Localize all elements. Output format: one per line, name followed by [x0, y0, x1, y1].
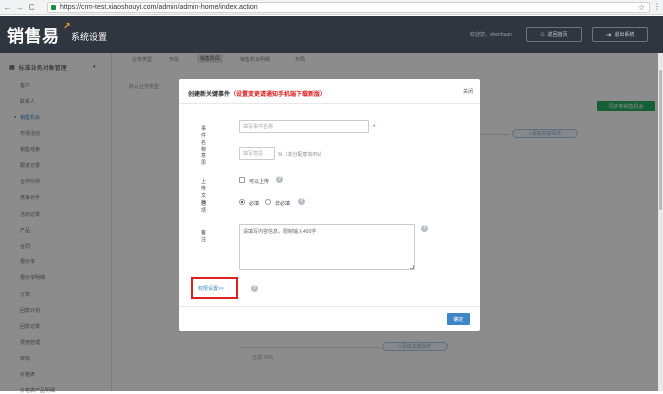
required-mark: * — [373, 125, 376, 131]
optional-radio[interactable] — [265, 199, 271, 205]
modal-title-text: 创建新关键事件 — [188, 92, 231, 98]
modal-footer — [179, 306, 480, 331]
event-name-input[interactable]: 填写事件名称 — [239, 120, 369, 133]
url-text: https://crm-test.xiaoshouyi.com/admin/ad… — [60, 4, 258, 11]
address-bar[interactable]: https://crm-test.xiaoshouyi.com/admin/ad… — [47, 2, 650, 13]
modal-title-note: （设置变更请通知手机端下载新版） — [230, 92, 327, 98]
remark-textarea[interactable]: 请填写内容信息，限制输入400字 — [239, 224, 415, 270]
upload-option-label: 可以上传 — [249, 179, 270, 185]
close-button[interactable]: 关闭 — [463, 88, 473, 95]
app-subtitle: 系统设置 — [71, 32, 108, 42]
permission-settings-link[interactable]: 权限设置>> — [198, 285, 224, 292]
back-icon[interactable]: ← — [3, 3, 12, 12]
modal-title: 创建新关键事件（设置变更请通知手机端下载新版） — [188, 89, 326, 98]
confirm-button[interactable]: 确定 — [447, 313, 470, 325]
weight-unit-hint: %（本分配意向0%） — [278, 152, 325, 158]
bookmark-star-icon[interactable]: ☆ — [638, 3, 645, 12]
optional-radio-label: 非必填 — [275, 201, 291, 207]
logo-mark-icon: ↗ — [63, 21, 71, 31]
resize-grip-icon[interactable] — [410, 265, 414, 269]
upload-checkbox[interactable] — [239, 177, 245, 183]
modal-header: 创建新关键事件（设置变更请通知手机端下载新版） 关闭 — [179, 79, 480, 104]
app-logo: 销售易 — [7, 27, 60, 46]
logout-icon: ⇥ — [605, 31, 612, 39]
home-button[interactable]: ⌂ 返回首页 — [526, 27, 582, 42]
forward-icon[interactable]: → — [15, 3, 24, 12]
help-icon[interactable]: ? — [421, 225, 428, 232]
help-icon[interactable]: ? — [298, 198, 305, 205]
browser-menu-icon[interactable]: ⋮ — [653, 2, 661, 11]
welcome-text: 欢迎您，shenhuan — [470, 32, 512, 38]
required-radio-label: 必填 — [249, 201, 260, 207]
browser-toolbar: ← → C https://crm-test.xiaoshouyi.com/ad… — [0, 0, 663, 15]
home-label: 返回首页 — [547, 32, 568, 38]
weight-input[interactable]: 填写意思 — [239, 147, 275, 160]
logout-label: 退出系统 — [614, 32, 635, 38]
logout-button[interactable]: ⇥ 退出系统 — [592, 27, 648, 42]
scrollbar-thumb[interactable] — [659, 70, 662, 210]
help-icon[interactable]: ? — [251, 285, 258, 292]
home-icon: ⌂ — [540, 31, 545, 38]
lock-icon — [51, 5, 56, 10]
reload-icon[interactable]: C — [27, 3, 36, 12]
required-radio[interactable] — [239, 199, 245, 205]
help-icon[interactable]: ? — [276, 176, 283, 183]
